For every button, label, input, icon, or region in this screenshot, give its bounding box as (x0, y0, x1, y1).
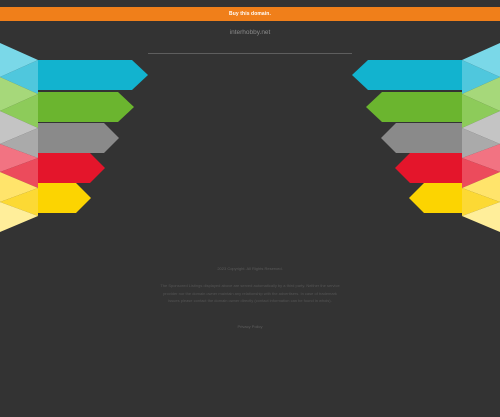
disclaimer-text: The Sponsored Listings displayed above a… (160, 283, 340, 304)
buy-domain-link[interactable]: Buy this domain. (229, 11, 271, 17)
arrow-cyan (38, 60, 148, 90)
privacy-policy-link[interactable]: Privacy Policy (0, 324, 500, 329)
buy-domain-banner: Buy this domain. (0, 7, 500, 21)
divider (148, 53, 352, 54)
left-arrows-graphic (0, 40, 150, 240)
arrow-green (38, 92, 134, 122)
arrow-yellow (38, 183, 91, 213)
arrow-red (38, 153, 105, 183)
right-arrows-graphic (350, 40, 500, 240)
arrow-gray (38, 123, 119, 153)
domain-title: interhobby.net (229, 29, 271, 36)
copyright-heading: 2023 Copyright. All Rights Reserved. (217, 266, 283, 271)
